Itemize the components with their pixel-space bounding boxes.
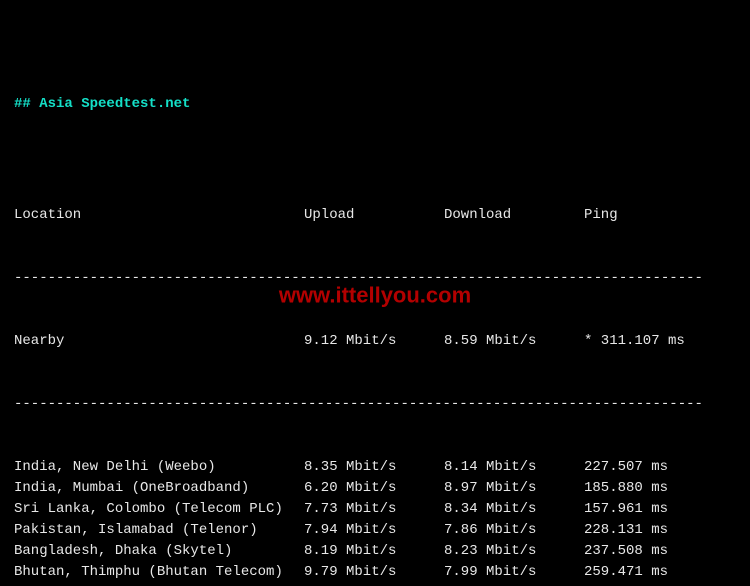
cell-download: 8.97 Mbit/s	[444, 478, 584, 499]
cell-upload: 8.35 Mbit/s	[304, 457, 444, 478]
section-title: ## Asia Speedtest.net	[14, 94, 736, 115]
nearby-ping: * 311.107 ms	[584, 331, 736, 352]
table-row: Pakistan, Islamabad (Telenor)7.94 Mbit/s…	[14, 520, 736, 541]
cell-ping: 237.508 ms	[584, 541, 736, 562]
cell-ping: 157.961 ms	[584, 499, 736, 520]
table-row: India, New Delhi (Weebo)8.35 Mbit/s8.14 …	[14, 457, 736, 478]
table-row: Bhutan, Thimphu (Bhutan Telecom)9.79 Mbi…	[14, 562, 736, 583]
cell-upload: 8.19 Mbit/s	[304, 541, 444, 562]
cell-download: 8.14 Mbit/s	[444, 457, 584, 478]
header-ping: Ping	[584, 205, 736, 226]
cell-location: Pakistan, Islamabad (Telenor)	[14, 520, 304, 541]
nearby-row: Nearby 9.12 Mbit/s 8.59 Mbit/s * 311.107…	[14, 331, 736, 352]
cell-ping: 259.471 ms	[584, 562, 736, 583]
cell-download: 7.99 Mbit/s	[444, 562, 584, 583]
blank-line	[14, 142, 736, 163]
cell-upload: 7.73 Mbit/s	[304, 499, 444, 520]
cell-location: Bhutan, Thimphu (Bhutan Telecom)	[14, 562, 304, 583]
cell-download: 8.34 Mbit/s	[444, 499, 584, 520]
header-upload: Upload	[304, 205, 444, 226]
cell-upload: 7.94 Mbit/s	[304, 520, 444, 541]
cell-location: India, Mumbai (OneBroadband)	[14, 478, 304, 499]
table-row: Bangladesh, Dhaka (Skytel)8.19 Mbit/s8.2…	[14, 541, 736, 562]
cell-location: India, New Delhi (Weebo)	[14, 457, 304, 478]
cell-download: 7.86 Mbit/s	[444, 520, 584, 541]
separator-line: ----------------------------------------…	[14, 268, 736, 289]
table-header: Location Upload Download Ping	[14, 205, 736, 226]
nearby-label: Nearby	[14, 331, 304, 352]
cell-upload: 6.20 Mbit/s	[304, 478, 444, 499]
table-row: Sri Lanka, Colombo (Telecom PLC)7.73 Mbi…	[14, 499, 736, 520]
header-location: Location	[14, 205, 304, 226]
cell-download: 8.23 Mbit/s	[444, 541, 584, 562]
nearby-download: 8.59 Mbit/s	[444, 331, 584, 352]
cell-ping: 185.880 ms	[584, 478, 736, 499]
header-download: Download	[444, 205, 584, 226]
cell-ping: 228.131 ms	[584, 520, 736, 541]
results-body: India, New Delhi (Weebo)8.35 Mbit/s8.14 …	[14, 457, 736, 586]
cell-ping: 227.507 ms	[584, 457, 736, 478]
cell-location: Sri Lanka, Colombo (Telecom PLC)	[14, 499, 304, 520]
separator-line: ----------------------------------------…	[14, 394, 736, 415]
table-row: India, Mumbai (OneBroadband)6.20 Mbit/s8…	[14, 478, 736, 499]
cell-location: Bangladesh, Dhaka (Skytel)	[14, 541, 304, 562]
cell-upload: 9.79 Mbit/s	[304, 562, 444, 583]
nearby-upload: 9.12 Mbit/s	[304, 331, 444, 352]
